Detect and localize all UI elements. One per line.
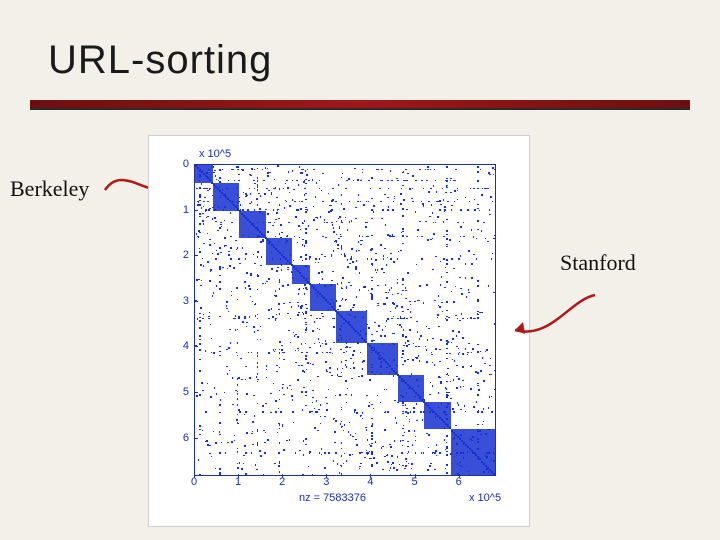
annotation-stanford: Stanford — [560, 250, 636, 276]
y-tick-label: 2 — [159, 249, 189, 261]
spy-plot: x 10^5 nz = 7583376 x 10^5 0123456012345… — [148, 135, 530, 527]
y-tick-label: 4 — [159, 340, 189, 352]
plot-area — [194, 164, 496, 476]
slide-title: URL-sorting — [48, 38, 272, 83]
y-tick-label: 3 — [159, 295, 189, 307]
y-tick-label: 5 — [159, 386, 189, 398]
y-axis-exponent: x 10^5 — [199, 148, 231, 160]
slide: URL-sorting Berkeley x 10^5 nz = 7583376… — [0, 0, 720, 540]
x-axis-exponent: x 10^5 — [469, 492, 501, 504]
y-tick-label: 1 — [159, 204, 189, 216]
nz-label: nz = 7583376 — [299, 492, 366, 504]
title-rule — [30, 100, 690, 108]
y-tick-label: 6 — [159, 432, 189, 444]
y-tick-label: 0 — [159, 158, 189, 170]
annotation-berkeley: Berkeley — [10, 176, 89, 202]
